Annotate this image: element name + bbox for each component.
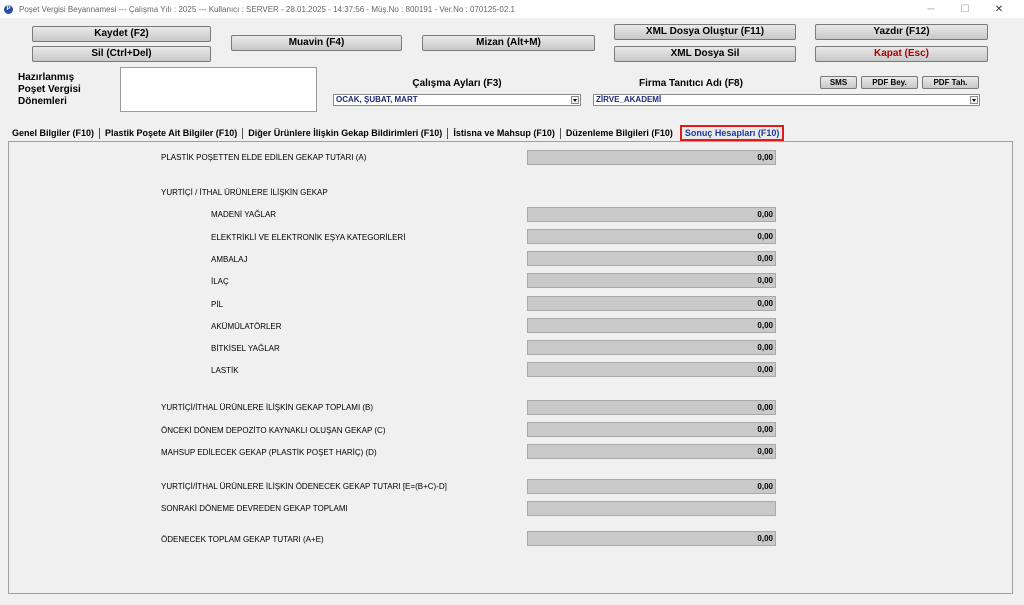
- value-d: 0,00: [527, 444, 776, 459]
- row-label-d: MAHSUP EDİLECEK GEKAP (PLASTİK POŞET HAR…: [161, 448, 377, 457]
- xml-create-button[interactable]: XML Dosya Oluştur (F11): [614, 24, 796, 40]
- value-electronics: 0,00: [527, 229, 776, 244]
- row-label-battery: PİL: [211, 300, 224, 309]
- row-label-packaging: AMBALAJ: [211, 255, 248, 264]
- pdf-tah-button[interactable]: PDF Tah.: [922, 76, 979, 89]
- periods-label-line-2: Poşet Vergisi: [18, 84, 81, 95]
- row-label-accumulators: AKÜMÜLATÖRLER: [211, 322, 282, 331]
- row-label-medicine: İLAÇ: [211, 277, 229, 286]
- row-label-c: ÖNCEKİ DÖNEM DEPOZİTO KAYNAKLI OLUŞAN GE…: [161, 426, 386, 435]
- tab-separator: [99, 127, 101, 139]
- value-accumulators: 0,00: [527, 318, 776, 333]
- row-label-electronics: ELEKTRİKLİ VE ELEKTRONİK EŞYA KATEGORİLE…: [211, 233, 406, 242]
- row-label-e: YURTİÇİ/İTHAL ÜRÜNLERE İLİŞKİN ÖDENECEK …: [161, 482, 447, 491]
- xml-delete-button[interactable]: XML Dosya Sil: [614, 46, 796, 62]
- domestic-heading: YURTİÇİ / İTHAL ÜRÜNLERE İLİŞKİN GEKAP: [161, 188, 328, 197]
- company-label: Firma Tanıtıcı Adı (F8): [639, 78, 743, 89]
- value-mineral-oils: 0,00: [527, 207, 776, 222]
- row-label-total: ÖDENECEK TOPLAM GEKAP TUTARI (A+E): [161, 535, 324, 544]
- company-value: ZİRVE_AKADEMİ: [596, 95, 662, 104]
- muavin-button[interactable]: Muavin (F4): [231, 35, 402, 51]
- value-b: 0,00: [527, 400, 776, 415]
- tab-arrangement[interactable]: Düzenleme Bilgileri (F10): [562, 126, 677, 140]
- value-packaging: 0,00: [527, 251, 776, 266]
- sms-button[interactable]: SMS: [820, 76, 857, 89]
- value-carry: [527, 501, 776, 516]
- tab-other-products[interactable]: Diğer Ürünlere İlişkin Gekap Bildirimler…: [244, 126, 446, 140]
- tab-results[interactable]: Sonuç Hesapları (F10): [679, 125, 785, 141]
- value-tires: 0,00: [527, 362, 776, 377]
- tab-general[interactable]: Genel Bilgiler (F10): [8, 126, 98, 140]
- working-months-value: OCAK, ŞUBAT, MART: [336, 95, 418, 104]
- value-c: 0,00: [527, 422, 776, 437]
- tab-separator: [242, 127, 244, 139]
- minimize-icon[interactable]: ─: [914, 0, 948, 18]
- results-panel: [8, 141, 1013, 594]
- value-medicine: 0,00: [527, 273, 776, 288]
- chevron-down-icon[interactable]: [970, 96, 978, 104]
- save-button[interactable]: Kaydet (F2): [32, 26, 211, 42]
- maximize-icon[interactable]: ☐: [948, 0, 982, 18]
- working-months-select[interactable]: OCAK, ŞUBAT, MART: [333, 94, 581, 106]
- tab-separator: [447, 127, 449, 139]
- close-button[interactable]: Kapat (Esc): [815, 46, 988, 62]
- row-label-tires: LASTİK: [211, 366, 239, 375]
- row-label-a: PLASTİK POŞETTEN ELDE EDİLEN GEKAP TUTAR…: [161, 153, 367, 162]
- close-window-icon[interactable]: ✕: [982, 0, 1016, 18]
- row-label-b: YURTİÇİ/İTHAL ÜRÜNLERE İLİŞKİN GEKAP TOP…: [161, 403, 374, 412]
- tab-exemption[interactable]: İstisna ve Mahsup (F10): [449, 126, 559, 140]
- window-title: Poşet Vergisi Beyannamesi --- Çalışma Yı…: [19, 4, 515, 14]
- tab-bar: Genel Bilgiler (F10) Plastik Poşete Ait …: [8, 125, 785, 141]
- value-e: 0,00: [527, 479, 776, 494]
- delete-button[interactable]: Sil (Ctrl+Del): [32, 46, 211, 62]
- working-months-label: Çalışma Ayları (F3): [412, 78, 502, 89]
- row-label-vegetable-oils: BİTKİSEL YAĞLAR: [211, 344, 280, 353]
- periods-label: Hazırlanmış Poşet Vergisi Dönemleri: [18, 72, 81, 108]
- value-vegetable-oils: 0,00: [527, 340, 776, 355]
- periods-list[interactable]: [120, 67, 317, 112]
- print-button[interactable]: Yazdır (F12): [815, 24, 988, 40]
- mizan-button[interactable]: Mizan (Alt+M): [422, 35, 595, 51]
- tab-separator: [559, 127, 561, 139]
- company-select[interactable]: ZİRVE_AKADEMİ: [593, 94, 980, 106]
- periods-label-line-1: Hazırlanmış: [18, 72, 75, 83]
- pdf-bey-button[interactable]: PDF Bey.: [861, 76, 918, 89]
- title-bar: P Poşet Vergisi Beyannamesi --- Çalışma …: [0, 0, 1024, 18]
- window-controls: ─ ☐ ✕: [914, 0, 1016, 18]
- value-battery: 0,00: [527, 296, 776, 311]
- row-label-carry: SONRAKİ DÖNEME DEVREDEN GEKAP TOPLAMI: [161, 504, 348, 513]
- tab-plastic-bag[interactable]: Plastik Poşete Ait Bilgiler (F10): [101, 126, 241, 140]
- chevron-down-icon[interactable]: [571, 96, 579, 104]
- row-label-mineral-oils: MADENİ YAĞLAR: [211, 210, 277, 219]
- periods-label-line-3: Dönemleri: [18, 96, 67, 107]
- app-logo-icon: P: [4, 4, 13, 14]
- value-total: 0,00: [527, 531, 776, 546]
- value-a: 0,00: [527, 150, 776, 165]
